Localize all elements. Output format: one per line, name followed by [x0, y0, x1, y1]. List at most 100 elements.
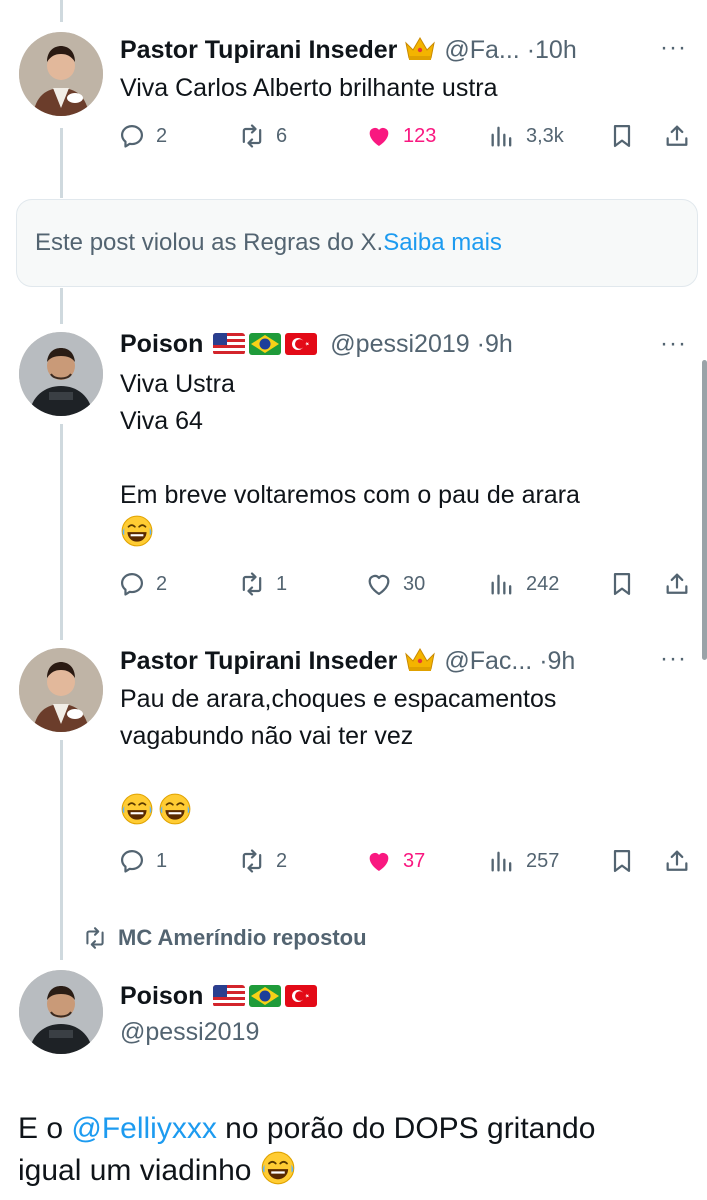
share-icon — [663, 122, 691, 150]
bookmark-button[interactable] — [608, 118, 636, 154]
avatar[interactable] — [19, 970, 103, 1054]
like-count: 30 — [403, 572, 426, 595]
author-name[interactable]: Poison — [120, 982, 203, 1010]
repost-count: 6 — [276, 124, 288, 147]
reply-count: 1 — [156, 849, 168, 872]
reply-count: 2 — [156, 572, 168, 595]
views-icon — [488, 570, 516, 598]
more-icon[interactable]: ··· — [660, 330, 687, 358]
bookmark-icon — [608, 122, 636, 150]
action-bar: 2 1 30 242 — [118, 566, 693, 602]
like-icon — [365, 570, 393, 598]
author-name[interactable]: Pastor Tupirani Inseder — [120, 36, 397, 64]
repost-banner[interactable]: MC Ameríndio repostou — [82, 925, 367, 951]
views-icon — [488, 122, 516, 150]
post-text-suffix: no porão do DOPS gritando — [216, 1112, 596, 1145]
more-icon[interactable]: ··· — [660, 34, 687, 62]
tweet-text: Viva Carlos Alberto brilhante ustra — [120, 70, 498, 107]
repost-icon — [82, 925, 108, 951]
author-handle-row: @pessi2019 — [120, 1018, 259, 1047]
thread-line — [60, 288, 63, 324]
repost-icon — [238, 570, 266, 598]
thread-line — [60, 740, 63, 960]
tweet-header: Pastor Tupirani Inseder @Fa... ·10h — [120, 34, 577, 69]
thread-line — [60, 0, 63, 22]
author-handle[interactable]: @Fa... — [444, 36, 519, 64]
author-handle[interactable]: @pessi2019 — [330, 330, 469, 358]
like-icon — [365, 847, 393, 875]
bookmark-icon — [608, 847, 636, 875]
repost-banner-text: MC Ameríndio repostou — [118, 925, 367, 950]
reply-icon — [118, 570, 146, 598]
flag-usa-icon — [213, 333, 245, 355]
reply-icon — [118, 847, 146, 875]
avatar[interactable] — [19, 32, 103, 116]
bookmark-icon — [608, 570, 636, 598]
timestamp[interactable]: 9h — [485, 330, 513, 358]
action-bar: 2 6 123 3,3k — [118, 118, 693, 154]
like-icon — [365, 122, 393, 150]
author-name[interactable]: Poison — [120, 330, 203, 358]
views-count: 257 — [526, 849, 560, 872]
avatar[interactable] — [19, 648, 103, 732]
flag-brazil-icon — [249, 333, 281, 355]
share-icon — [663, 570, 691, 598]
repost-icon — [238, 122, 266, 150]
reply-count: 2 — [156, 124, 168, 147]
repost-icon — [238, 847, 266, 875]
like-button[interactable]: 123 — [365, 118, 436, 154]
repost-count: 1 — [276, 572, 288, 595]
tweet-text-line: Pau de arara,choques e espacamentos — [120, 685, 557, 713]
tweet-text-line: Viva 64 — [120, 407, 203, 435]
timestamp[interactable]: 10h — [535, 36, 577, 64]
like-button[interactable]: 30 — [365, 566, 425, 602]
flag-turkey-icon — [285, 333, 317, 355]
timestamp[interactable]: 9h — [548, 647, 576, 675]
author-handle[interactable]: @Fac... — [444, 647, 532, 675]
views-button[interactable]: 242 — [488, 566, 559, 602]
flag-turkey-icon — [285, 985, 317, 1007]
share-button[interactable] — [663, 843, 691, 879]
learn-more-link[interactable]: Saiba mais — [383, 229, 502, 256]
repost-button[interactable]: 1 — [238, 566, 287, 602]
like-count: 37 — [403, 849, 426, 872]
avatar[interactable] — [19, 332, 103, 416]
share-button[interactable] — [663, 566, 691, 602]
tweet-header: Pastor Tupirani Inseder @Fac... ·9h — [120, 645, 575, 680]
scrollbar[interactable] — [702, 360, 707, 660]
laughing-emoji-icon — [120, 514, 154, 559]
separator: · — [476, 330, 485, 358]
repost-button[interactable]: 6 — [238, 118, 287, 154]
reply-button[interactable]: 2 — [118, 566, 167, 602]
share-button[interactable] — [663, 118, 691, 154]
tweet-text-line: vagabundo não vai ter vez — [120, 722, 414, 750]
repost-button[interactable]: 2 — [238, 843, 287, 879]
bookmark-button[interactable] — [608, 843, 636, 879]
flag-brazil-icon — [249, 985, 281, 1007]
thread-line — [60, 128, 63, 198]
post-text-line2: igual um viadinho — [18, 1154, 252, 1187]
views-button[interactable]: 257 — [488, 843, 559, 879]
views-count: 242 — [526, 572, 560, 595]
author-name[interactable]: Pastor Tupirani Inseder — [120, 647, 397, 675]
views-button[interactable]: 3,3k — [488, 118, 564, 154]
tweet-text: Pau de arara,choques e espacamentos vaga… — [120, 681, 556, 837]
reply-icon — [118, 122, 146, 150]
tweet-text-line: Viva Carlos Alberto brilhante ustra — [120, 74, 498, 102]
like-count: 123 — [403, 124, 437, 147]
flag-usa-icon — [213, 985, 245, 1007]
main-post-text: E o @Felliyxxx no porão do DOPS gritando… — [18, 1108, 595, 1198]
like-button[interactable]: 37 — [365, 843, 425, 879]
post-text-prefix: E o — [18, 1112, 72, 1145]
tweet-text-line: Em breve voltaremos com o pau de arara — [120, 481, 580, 509]
laughing-emoji-icon — [120, 792, 154, 837]
laughing-emoji-icon — [158, 792, 192, 837]
reply-button[interactable]: 2 — [118, 118, 167, 154]
reply-button[interactable]: 1 — [118, 843, 167, 879]
bookmark-button[interactable] — [608, 566, 636, 602]
tweet-text-line: Viva Ustra — [120, 370, 235, 398]
mention-link[interactable]: @Felliyxxx — [71, 1112, 216, 1145]
thread-line — [60, 424, 63, 640]
author-handle[interactable]: @pessi2019 — [120, 1018, 259, 1046]
more-icon[interactable]: ··· — [660, 645, 687, 673]
